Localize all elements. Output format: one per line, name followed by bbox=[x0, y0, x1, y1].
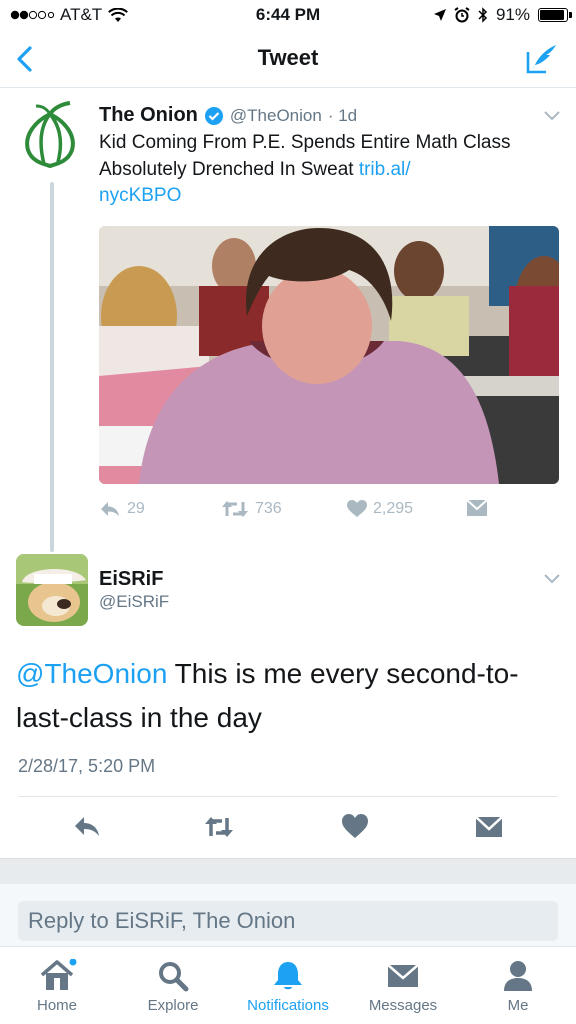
tab-me[interactable]: Me bbox=[463, 959, 573, 1014]
battery-percent: 91% bbox=[495, 5, 530, 24]
retweet-icon bbox=[222, 501, 248, 517]
tab-label: Messages bbox=[368, 997, 438, 1014]
direct-message-action[interactable] bbox=[467, 500, 487, 516]
tweet-photo[interactable] bbox=[99, 226, 559, 484]
user-avatar[interactable] bbox=[16, 554, 88, 626]
location-arrow-icon bbox=[433, 9, 446, 21]
verified-badge-icon bbox=[204, 106, 223, 125]
battery-fill bbox=[540, 10, 564, 20]
tab-notifications[interactable]: Notifications bbox=[233, 959, 343, 1014]
tab-label: Home bbox=[36, 997, 77, 1014]
chevron-down-icon[interactable] bbox=[543, 573, 561, 585]
person-icon bbox=[504, 961, 532, 991]
reply-count: 29 bbox=[127, 500, 145, 517]
tab-label: Me bbox=[507, 997, 529, 1014]
home-icon bbox=[40, 959, 77, 990]
tweet-header: The Onion @TheOnion · 1d bbox=[99, 104, 357, 127]
onion-logo-avatar[interactable] bbox=[14, 100, 86, 172]
page-title: Tweet bbox=[257, 45, 319, 70]
heart-icon[interactable] bbox=[340, 812, 370, 842]
tweet-age: · 1d bbox=[327, 105, 358, 125]
reply-tweet-actions bbox=[0, 808, 576, 848]
author-handle[interactable]: @TheOnion bbox=[230, 106, 322, 126]
like-action[interactable]: 2,295 bbox=[347, 500, 413, 518]
battery-icon bbox=[538, 8, 572, 22]
nav-bar: Tweet bbox=[0, 30, 576, 88]
chevron-down-icon[interactable] bbox=[543, 110, 561, 122]
thread-connector-line bbox=[50, 182, 54, 552]
alarm-icon bbox=[454, 7, 470, 23]
tweet-timestamp: 2/28/17, 5:20 PM bbox=[18, 756, 156, 776]
tab-label: Notifications bbox=[247, 997, 329, 1014]
bell-icon bbox=[274, 962, 302, 990]
tab-bar: Home Explore Notifications Messages Me bbox=[0, 946, 576, 1024]
reply-arrow-icon[interactable] bbox=[72, 812, 102, 842]
retweet-count: 736 bbox=[255, 500, 282, 517]
reply-author-name[interactable]: EiSRiF bbox=[99, 568, 163, 591]
tab-home[interactable]: Home bbox=[2, 959, 112, 1014]
search-icon bbox=[159, 962, 189, 992]
reply-action[interactable]: 29 bbox=[99, 500, 145, 518]
reply-input[interactable] bbox=[18, 901, 558, 941]
tweet-actions: 29 736 2,295 bbox=[99, 500, 559, 524]
envelope-icon[interactable] bbox=[474, 812, 504, 842]
retweet-icon[interactable] bbox=[204, 812, 234, 842]
status-bar: AT&T 6:44 PM 91% bbox=[0, 0, 576, 30]
tab-messages[interactable]: Messages bbox=[348, 959, 458, 1014]
reply-arrow-icon bbox=[101, 502, 119, 516]
tweet-text: Kid Coming From P.E. Spends Entire Math … bbox=[99, 130, 549, 210]
reply-tweet-text: @TheOnion This is me every second-to-las… bbox=[16, 652, 556, 740]
tweet-body: Kid Coming From P.E. Spends Entire Math … bbox=[99, 132, 511, 180]
envelope-icon bbox=[387, 964, 419, 987]
status-icons: 91% bbox=[433, 5, 572, 25]
compose-tweet-icon[interactable] bbox=[524, 42, 558, 76]
heart-icon bbox=[347, 500, 367, 517]
mention-link[interactable]: @TheOnion bbox=[16, 658, 167, 689]
envelope-icon bbox=[467, 500, 487, 516]
divider bbox=[18, 796, 558, 797]
tab-explore[interactable]: Explore bbox=[118, 959, 228, 1014]
bluetooth-icon bbox=[478, 7, 488, 23]
reply-composer bbox=[0, 884, 576, 946]
tab-label: Explore bbox=[147, 997, 199, 1014]
author-name[interactable]: The Onion bbox=[99, 104, 198, 127]
retweet-action[interactable]: 736 bbox=[221, 500, 282, 518]
like-count: 2,295 bbox=[373, 500, 414, 517]
section-separator bbox=[0, 858, 576, 884]
reply-author-handle[interactable]: @EiSRiF bbox=[99, 592, 169, 612]
